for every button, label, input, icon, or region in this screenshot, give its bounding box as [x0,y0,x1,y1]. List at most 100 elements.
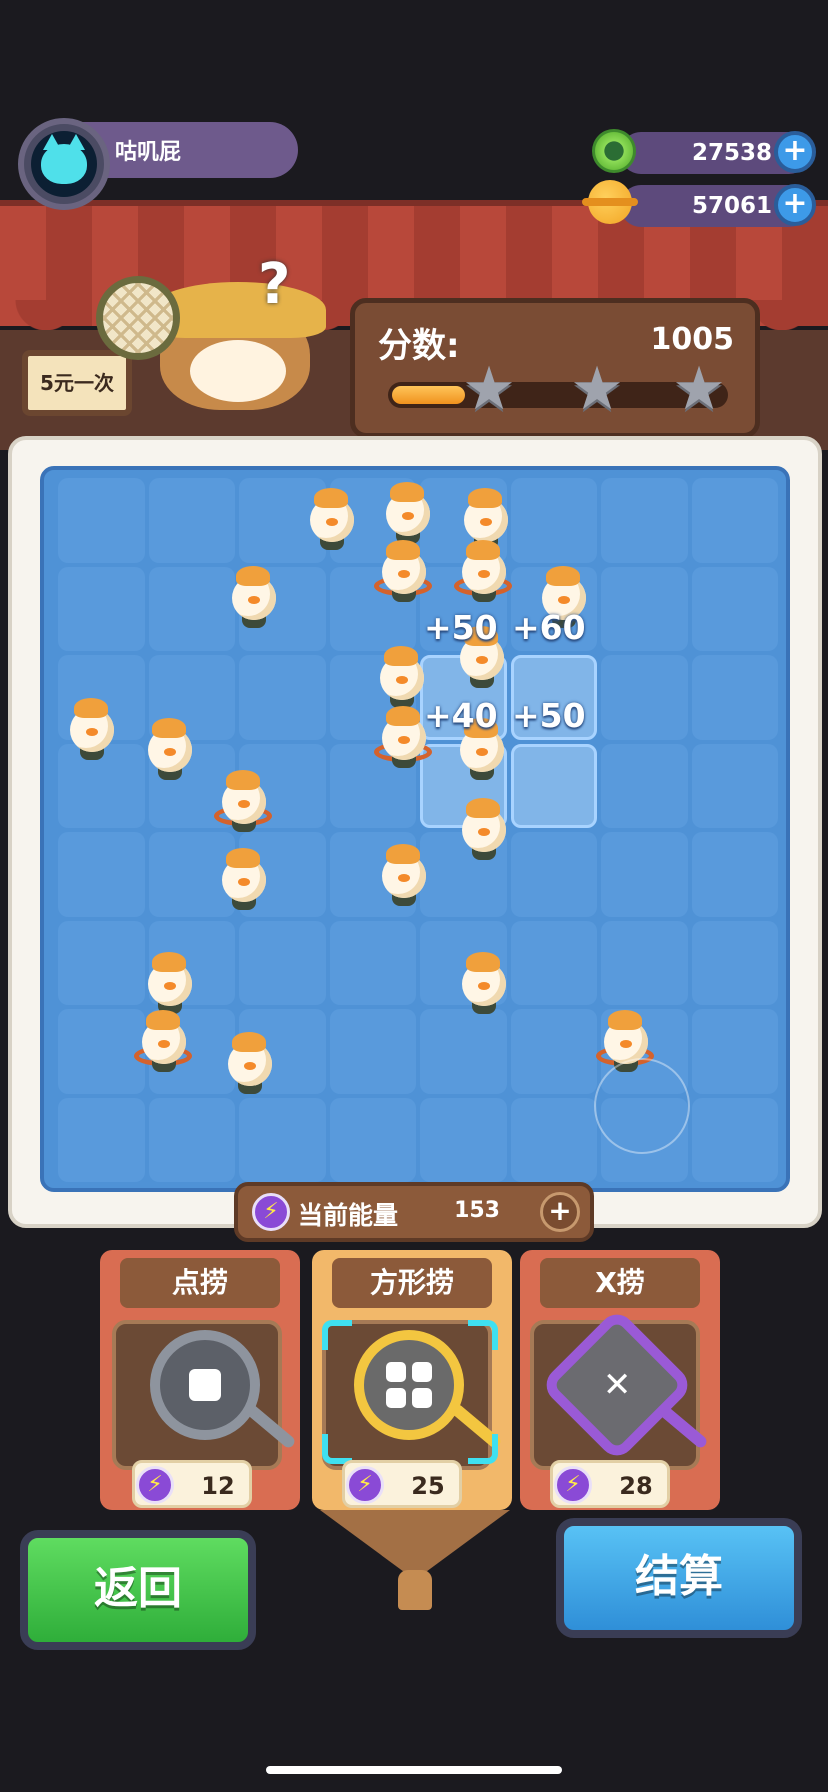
chick-character [454,798,512,860]
score-value: 1005 [650,322,735,357]
settle-button[interactable]: 结算 [556,1518,802,1638]
tool-cost: 25 [411,1472,445,1500]
energy-value: 153 [454,1198,500,1223]
board-cell[interactable] [691,1009,778,1094]
home-indicator[interactable] [266,1766,562,1774]
chick-character [214,848,272,910]
board-cell[interactable] [58,566,145,651]
star-icon: ★ [570,354,624,424]
chick-character [302,488,360,550]
bonus-label: +50 [424,608,498,647]
tool-title: 方形捞 [332,1258,492,1308]
board-cell[interactable] [329,1097,416,1182]
chick-character [134,1010,192,1072]
board-cell[interactable] [691,743,778,828]
board-cell[interactable] [601,743,688,828]
board-cell[interactable] [691,655,778,740]
board-cell[interactable] [148,566,235,651]
question-mark-icon: ? [258,252,291,317]
board-cell[interactable] [148,1097,235,1182]
star-icon: ★ [462,354,516,424]
energy-bolt-icon: ⚡ [346,1466,384,1504]
board-cell[interactable] [58,1009,145,1094]
currency-green-value: 27538 [691,140,772,166]
avatar[interactable] [18,118,110,210]
star-icon: ★ [672,354,726,424]
board-cell[interactable] [58,920,145,1005]
selection-corner [322,1434,352,1464]
board-cell[interactable] [601,655,688,740]
board-cell[interactable] [510,1009,597,1094]
selection-corner [322,1320,352,1350]
board-cell[interactable] [510,920,597,1005]
username: 咕叽屁 [115,140,182,165]
back-button[interactable]: 返回 [20,1530,256,1650]
square-lens-icon [150,1330,260,1440]
tool-cost: 28 [619,1472,653,1500]
bonus-label: +50 [512,696,586,735]
selection-corner [468,1320,498,1350]
chick-character [140,718,198,780]
currency-gold-value: 57061 [691,193,772,219]
bonus-label: +40 [424,696,498,735]
chick-character [372,646,430,708]
target-circle [594,1058,690,1154]
board-cell[interactable] [239,920,326,1005]
board-cell[interactable] [239,655,326,740]
board-cell[interactable] [601,566,688,651]
fishing-net-icon [96,276,180,360]
chick-character [224,566,282,628]
board-cell[interactable] [691,1097,778,1182]
board-cell[interactable] [329,1009,416,1094]
energy-bolt-icon: ⚡ [252,1193,290,1231]
chick-character [140,952,198,1014]
add-energy-button[interactable]: + [540,1192,580,1232]
price-sign: 5元一次 [22,350,132,416]
board-cell[interactable] [420,1009,507,1094]
board-cell[interactable] [58,1097,145,1182]
board-cell[interactable] [510,1097,597,1182]
board-cell[interactable] [691,478,778,563]
chick-character [454,540,512,602]
cat-avatar-icon [31,131,97,197]
board-cell[interactable] [601,920,688,1005]
chick-character [374,540,432,602]
add-gold-coin-button[interactable]: + [774,184,816,226]
board-cell[interactable] [420,1097,507,1182]
tool-cost: 12 [201,1472,235,1500]
board-cell[interactable] [148,478,235,563]
add-green-coin-button[interactable]: + [774,131,816,173]
board-cell[interactable] [239,1097,326,1182]
chick-character [374,844,432,906]
board-cell[interactable] [691,566,778,651]
board-cell[interactable] [601,478,688,563]
score-label: 分数: [378,326,460,366]
board-cell[interactable] [691,920,778,1005]
board-cell[interactable] [510,743,597,828]
bell-icon [398,1570,432,1610]
tool-title: X捞 [540,1258,700,1308]
gold-planet-coin-icon [582,180,638,224]
chick-character [378,482,436,544]
board-cell[interactable] [691,832,778,917]
energy-bolt-icon: ⚡ [136,1466,174,1504]
chick-character [62,698,120,760]
board-cell[interactable] [329,920,416,1005]
board-cell[interactable] [601,832,688,917]
board-cell[interactable] [510,832,597,917]
selection-corner [468,1434,498,1464]
board-cell[interactable] [58,478,145,563]
green-coin-icon [592,129,636,173]
tool-title: 点捞 [120,1258,280,1308]
score-progress-fill [392,386,465,404]
board-cell[interactable] [510,478,597,563]
board-cell[interactable] [58,832,145,917]
four-squares-lens-icon [354,1330,464,1440]
energy-bolt-icon: ⚡ [554,1466,592,1504]
bonus-label: +60 [512,608,586,647]
energy-label: 当前能量 [298,1201,399,1230]
chick-character [220,1032,278,1094]
chick-character [454,952,512,1014]
otter-face [190,340,286,402]
chick-character [214,770,272,832]
